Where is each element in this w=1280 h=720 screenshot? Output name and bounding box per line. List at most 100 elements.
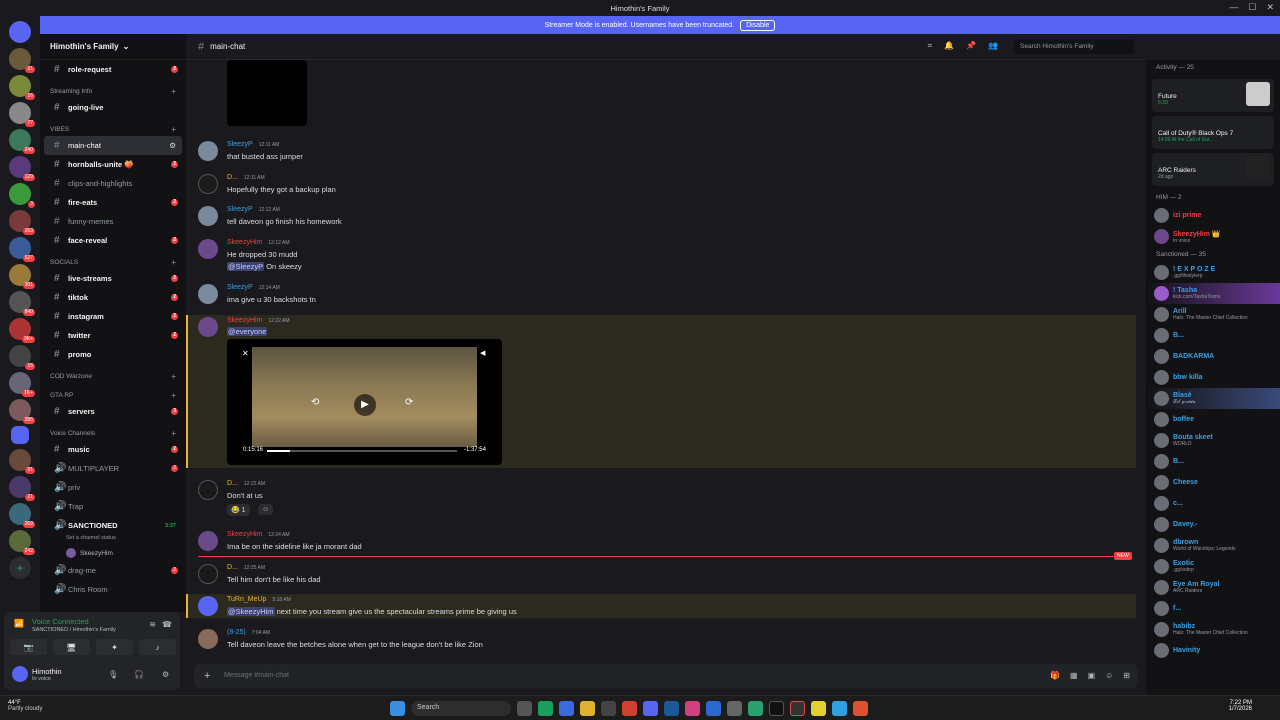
server-icon[interactable]: 77 — [9, 102, 35, 127]
channel-servers[interactable]: # servers 3 — [44, 402, 182, 421]
category-cod-warzone[interactable]: COD Warzone + — [40, 364, 186, 383]
server-icon[interactable]: 395 — [9, 399, 35, 424]
avatar[interactable] — [198, 284, 218, 304]
members-icon[interactable]: 👥 — [988, 41, 998, 51]
channel-clips-and-highlights[interactable]: # clips-and-highlights — [44, 174, 182, 193]
activities-icon[interactable]: ✦ — [96, 639, 133, 655]
category-streaming-info[interactable]: Streaming Info + — [40, 79, 186, 98]
member-item[interactable]: Davey.- — [1146, 514, 1280, 535]
member-item[interactable]: boffee — [1146, 409, 1280, 430]
member-item[interactable]: Exotic .gg/sobrp — [1146, 556, 1280, 577]
threads-icon[interactable]: ⌗ — [928, 41, 933, 51]
voice-channel-chris-room[interactable]: 🔊 Chris Room — [44, 580, 182, 599]
server-icon[interactable]: 269 — [9, 503, 35, 528]
channel-hornballs-unite[interactable]: # hornballs-unite 🍑 2 — [44, 155, 182, 174]
server-icon[interactable]: 21 — [9, 476, 35, 501]
avatar[interactable] — [198, 629, 218, 649]
server-icon[interactable]: 21 — [9, 48, 35, 73]
mute-icon[interactable]: ◀ — [480, 349, 485, 357]
server-icon[interactable]: 301 — [9, 264, 35, 289]
soundboard-icon[interactable]: ♪ — [139, 639, 176, 655]
member-item[interactable]: Eye Am Royal ARC Raiders — [1146, 577, 1280, 598]
add-reaction-icon[interactable]: ☺ — [258, 504, 274, 515]
home-icon[interactable] — [9, 21, 31, 43]
message-author[interactable]: D... 12:11 AM — [227, 174, 265, 181]
everyone-mention[interactable]: @everyone — [227, 327, 268, 336]
tiktok-icon[interactable] — [769, 701, 784, 716]
terminal-icon[interactable] — [790, 701, 805, 716]
minimize-icon[interactable]: — — [1229, 2, 1238, 13]
channel-status[interactable]: Set a channel status — [40, 535, 186, 545]
member-item[interactable]: ! Tasha kick.com/TashaToons — [1146, 283, 1280, 304]
activity-card[interactable]: Future 5:39 — [1152, 79, 1274, 112]
plus-icon[interactable]: + — [171, 87, 176, 96]
app-icon[interactable] — [853, 701, 868, 716]
voice-connected-channel[interactable]: SANCTIONED / Himothin's Family — [32, 627, 116, 633]
member-item[interactable]: c... — [1146, 493, 1280, 514]
member-item[interactable]: Blasé 𝓛𝓲𝓵 𝓰𝓸𝓭𝓭𝓪 — [1146, 388, 1280, 409]
category-socials[interactable]: SOCIALS + — [40, 250, 186, 269]
apps-icon[interactable]: ⊞ — [1123, 671, 1130, 680]
current-user[interactable]: Himothin In voice — [12, 666, 62, 682]
bell-icon[interactable]: 🔔 — [944, 41, 954, 51]
search-input[interactable]: Search Himothin's Family — [1014, 39, 1134, 54]
settings-icon[interactable] — [727, 701, 742, 716]
message-author[interactable]: SleezyP 12:14 AM — [227, 284, 280, 291]
headphones-icon[interactable]: 🎧 — [134, 670, 144, 679]
channel-live-streams[interactable]: # live-streams 2 — [44, 269, 182, 288]
category-vibes[interactable]: VIBES + — [40, 117, 186, 136]
pin-icon[interactable]: 📌 — [966, 41, 976, 51]
app-icon[interactable] — [748, 701, 763, 716]
user-mention[interactable]: @SkeezyHim — [227, 607, 275, 616]
file-explorer-icon[interactable] — [580, 701, 595, 716]
message-author[interactable]: SleezyP 12:11 AM — [227, 141, 279, 148]
weather-widget[interactable]: 44°F Partly cloudy — [8, 700, 42, 712]
member-item[interactable]: habibz Halo: The Master Chief Collection — [1146, 619, 1280, 640]
app-icon[interactable] — [706, 701, 721, 716]
member-item[interactable]: SkeezyHim 👑 In voice — [1146, 226, 1280, 247]
message-author[interactable]: SleezyP 12:12 AM — [227, 206, 280, 213]
copilot-icon[interactable] — [559, 701, 574, 716]
close-icon[interactable]: ✕ — [1266, 2, 1274, 13]
plus-icon[interactable]: + — [171, 125, 176, 134]
rewind-icon[interactable]: ⟲ — [311, 397, 319, 408]
avatar[interactable] — [198, 317, 218, 337]
plus-icon[interactable]: + — [171, 372, 176, 381]
message-input[interactable]: Message #main-chat — [194, 664, 1138, 688]
server-icon[interactable]: 129 — [9, 156, 35, 181]
guild-header[interactable]: Himothin's Family ⌄ — [40, 34, 186, 60]
maximize-icon[interactable]: ☐ — [1248, 2, 1256, 13]
server-icon[interactable]: 527 — [9, 237, 35, 262]
member-item[interactable]: dbrown World of Warships: Legends — [1146, 535, 1280, 556]
message-author[interactable]: TuRn_MeUp 5:18 AM — [227, 596, 291, 603]
avatar[interactable] — [198, 141, 218, 161]
channel-face-reveal[interactable]: # face-reveal 2 — [44, 231, 182, 250]
task-view-icon[interactable] — [517, 701, 532, 716]
voice-channel-priv[interactable]: 🔊 priv — [44, 478, 182, 497]
start-icon[interactable] — [390, 701, 405, 716]
member-item[interactable]: bbw killa — [1146, 367, 1280, 388]
discord-icon[interactable] — [643, 701, 658, 716]
server-icon[interactable]: 15 — [9, 345, 35, 370]
voice-channel-drag-me[interactable]: 🔊 drag-me 2 — [44, 561, 182, 580]
server-icon[interactable]: 840 — [9, 291, 35, 316]
disable-button[interactable]: Disable — [740, 19, 776, 31]
disconnect-icon[interactable]: ☎ — [162, 620, 172, 629]
avatar[interactable] — [198, 174, 218, 194]
channel-fire-eats[interactable]: # fire-eats 2 — [44, 193, 182, 212]
message-author[interactable]: (8-25) 7:04 AM — [227, 629, 270, 636]
folder-icon[interactable] — [11, 426, 29, 444]
edge-icon[interactable] — [538, 701, 553, 716]
chrome-icon[interactable] — [622, 701, 637, 716]
screen-share-icon[interactable]: 🖥 — [53, 639, 90, 655]
server-icon[interactable]: 3K+ — [9, 318, 35, 343]
voice-channel-multiplayer[interactable]: 🔊 MULTIPLAYER 2 — [44, 459, 182, 478]
video-attachment-top[interactable] — [227, 60, 307, 126]
play-icon[interactable]: ▶ — [354, 394, 376, 416]
channel-tiktok[interactable]: # tiktok 2 — [44, 288, 182, 307]
server-icon[interactable]: 240 — [9, 129, 35, 154]
reaction-pill[interactable]: 😂 1 — [227, 504, 250, 516]
channel-funny-memes[interactable]: # funny-memes — [44, 212, 182, 231]
server-icon[interactable]: 91 — [9, 449, 35, 474]
noise-suppression-icon[interactable]: ≋ — [149, 620, 156, 629]
